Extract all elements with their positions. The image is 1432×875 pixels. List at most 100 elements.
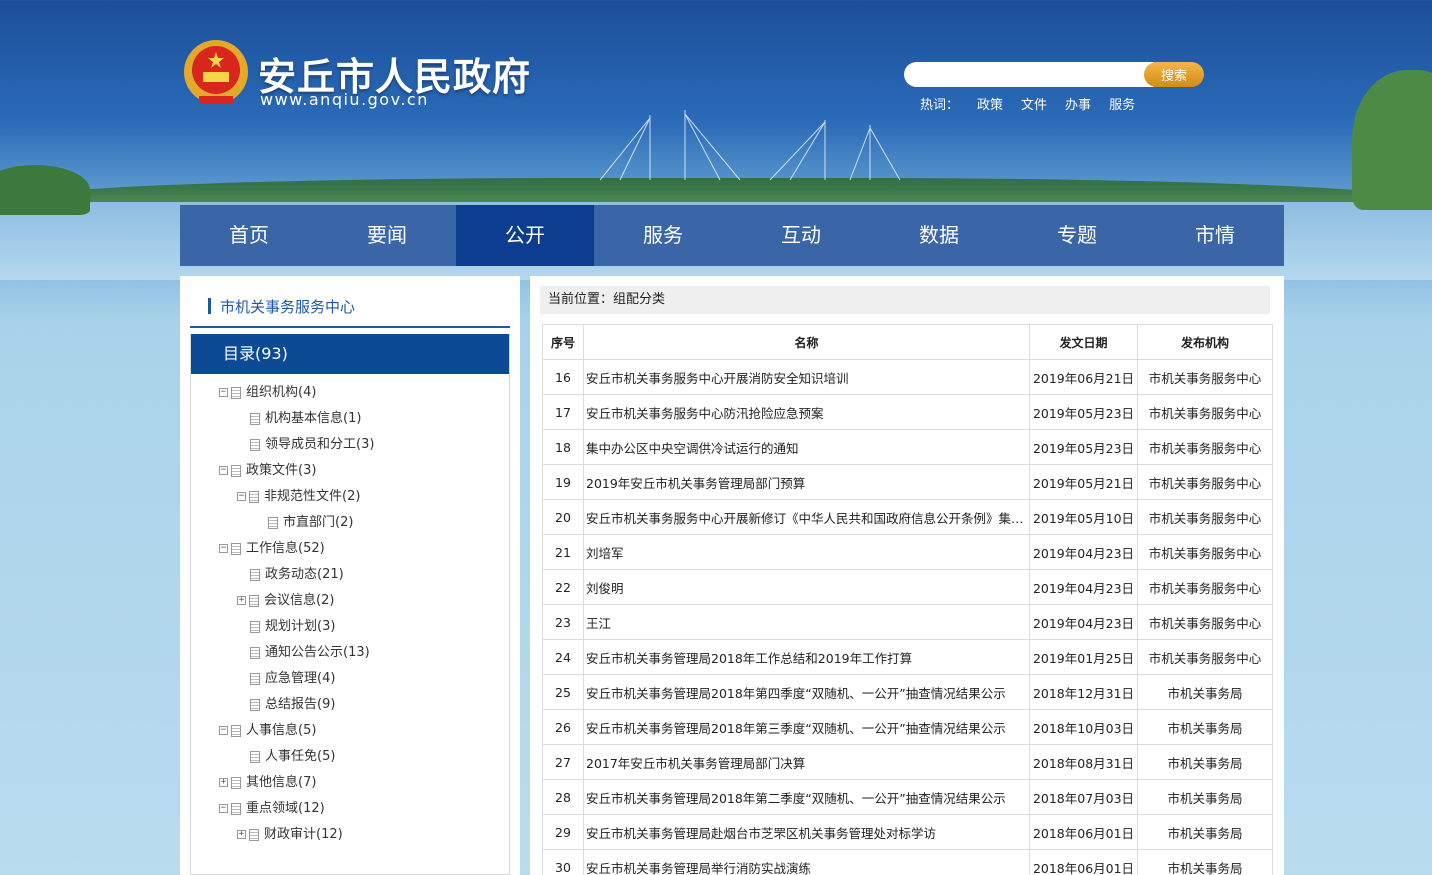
collapse-icon[interactable]: − [237,492,246,501]
nav-disclosure[interactable]: 公开 [456,205,594,266]
hot-word-link[interactable]: 办事 [1065,94,1091,113]
tree-node[interactable]: 应急管理(4) [191,666,509,692]
row-title-link[interactable]: 安丘市机关事务管理局2018年第三季度“双随机、一公开”抽查情况结果公示 [583,709,1030,745]
row-date: 2019年04月23日 [1029,534,1138,570]
expand-icon[interactable]: + [219,778,228,787]
row-title-link[interactable]: 安丘市机关事务管理局2018年工作总结和2019年工作打算 [583,639,1030,675]
row-index: 20 [542,499,584,535]
row-date: 2019年04月23日 [1029,604,1138,640]
row-title-link[interactable]: 安丘市机关事务管理局2018年第四季度“双随机、一公开”抽查情况结果公示 [583,674,1030,710]
tree-node[interactable]: − 组织机构(4) [191,380,509,406]
row-index: 16 [542,359,584,395]
row-title-link[interactable]: 刘俊明 [583,569,1030,605]
table-row: 20 安丘市机关事务服务中心开展新修订《中华人民共和国政府信息公开条例》集中...… [542,499,1273,535]
tree-node[interactable]: 通知公告公示(13) [191,640,509,666]
search-button[interactable]: 搜索 [1144,62,1204,87]
row-title-link[interactable]: 集中办公区中央空调供冷试运行的通知 [583,429,1030,465]
nav-interaction[interactable]: 互动 [732,205,870,266]
document-icon [250,750,260,763]
tree-node[interactable]: 领导成员和分工(3) [191,432,509,458]
tree-scenery-left [0,165,90,215]
row-index: 18 [542,429,584,465]
row-title-link[interactable]: 安丘市机关事务服务中心防汛抢险应急预案 [583,394,1030,430]
row-date: 2019年06月21日 [1029,359,1138,395]
main-nav: 首页 要闻 公开 服务 互动 数据 专题 市情 [180,205,1284,266]
document-icon [231,724,241,737]
row-org: 市机关事务局 [1137,849,1273,875]
tree-node[interactable]: − 重点领域(12) [191,796,509,822]
row-date: 2018年06月01日 [1029,849,1138,875]
document-icon [249,828,259,841]
document-icon [231,802,241,815]
tree-node[interactable]: + 会议信息(2) [191,588,509,614]
national-emblem-logo [184,40,248,104]
row-org: 市机关事务服务中心 [1137,534,1273,570]
tree-node[interactable]: − 人事信息(5) [191,718,509,744]
tree-root[interactable]: 目录(93) [191,334,509,374]
row-title-link[interactable]: 2017年安丘市机关事务管理局部门决算 [583,744,1030,780]
tree-node[interactable]: 机构基本信息(1) [191,406,509,432]
tree-node[interactable]: 规划计划(3) [191,614,509,640]
tree-node[interactable]: − 工作信息(52) [191,536,509,562]
document-icon [231,776,241,789]
document-icon [250,646,260,659]
row-index: 30 [542,849,584,875]
tree-node[interactable]: 政务动态(21) [191,562,509,588]
row-org: 市机关事务局 [1137,709,1273,745]
row-title-link[interactable]: 安丘市机关事务服务中心开展新修订《中华人民共和国政府信息公开条例》集中... [583,499,1030,535]
document-icon [249,490,259,503]
row-index: 26 [542,709,584,745]
row-title-link[interactable]: 王江 [583,604,1030,640]
table-row: 23 王江 2019年04月23日 市机关事务服务中心 [542,604,1273,640]
table-header-row: 序号 名称 发文日期 发布机构 [542,324,1273,360]
tree-node[interactable]: + 财政审计(12) [191,822,509,848]
row-org: 市机关事务服务中心 [1137,359,1273,395]
tree-node[interactable]: 总结报告(9) [191,692,509,718]
table-row: 17 安丘市机关事务服务中心防汛抢险应急预案 2019年05月23日 市机关事务服务中… [542,394,1273,430]
row-index: 23 [542,604,584,640]
nav-home[interactable]: 首页 [180,205,318,266]
collapse-icon[interactable]: − [219,544,228,553]
row-title-link[interactable]: 安丘市机关事务管理局举行消防实战演练 [583,849,1030,875]
nav-city-info[interactable]: 市情 [1146,205,1284,266]
row-index: 17 [542,394,584,430]
document-icon [231,542,241,555]
table-row: 27 2017年安丘市机关事务管理局部门决算 2018年08月31日 市机关事务局 [542,744,1273,780]
tree-node[interactable]: 人事任免(5) [191,744,509,770]
tree-node[interactable]: + 其他信息(7) [191,770,509,796]
row-date: 2019年05月10日 [1029,499,1138,535]
row-title-link[interactable]: 安丘市机关事务管理局赴烟台市芝罘区机关事务管理处对标学访 [583,814,1030,850]
collapse-icon[interactable]: − [219,466,228,475]
nav-news[interactable]: 要闻 [318,205,456,266]
row-date: 2019年01月25日 [1029,639,1138,675]
collapse-icon[interactable]: − [219,726,228,735]
tree-node[interactable]: 市直部门(2) [191,510,509,536]
nav-services[interactable]: 服务 [594,205,732,266]
search-box: 搜索 [904,62,1204,87]
expand-icon[interactable]: + [237,596,246,605]
row-title-link[interactable]: 安丘市机关事务服务中心开展消防安全知识培训 [583,359,1030,395]
tree-node[interactable]: − 政策文件(3) [191,458,509,484]
row-date: 2019年05月23日 [1029,394,1138,430]
collapse-icon[interactable]: − [219,804,228,813]
row-title-link[interactable]: 刘培军 [583,534,1030,570]
expand-icon[interactable]: + [237,830,246,839]
content-panel: 当前位置：组配分类 序号 名称 发文日期 发布机构 16 安丘市机关事务服务中心开… [530,276,1284,875]
nav-topics[interactable]: 专题 [1008,205,1146,266]
row-title-link[interactable]: 2019年安丘市机关事务管理局部门预算 [583,464,1030,500]
row-title-link[interactable]: 安丘市机关事务管理局2018年第二季度“双随机、一公开”抽查情况结果公示 [583,779,1030,815]
hot-word-link[interactable]: 文件 [1021,94,1047,113]
tree-scenery-right [1352,70,1432,210]
hot-word-link[interactable]: 政策 [977,94,1003,113]
hot-word-link[interactable]: 服务 [1109,94,1135,113]
collapse-icon[interactable]: − [219,388,228,397]
document-icon [250,698,260,711]
row-index: 24 [542,639,584,675]
document-icon [250,412,260,425]
hot-words-label: 热词： [920,98,960,113]
document-icon [231,386,241,399]
tree-node[interactable]: − 非规范性文件(2) [191,484,509,510]
row-org: 市机关事务服务中心 [1137,604,1273,640]
search-input[interactable] [904,62,1154,87]
nav-data[interactable]: 数据 [870,205,1008,266]
